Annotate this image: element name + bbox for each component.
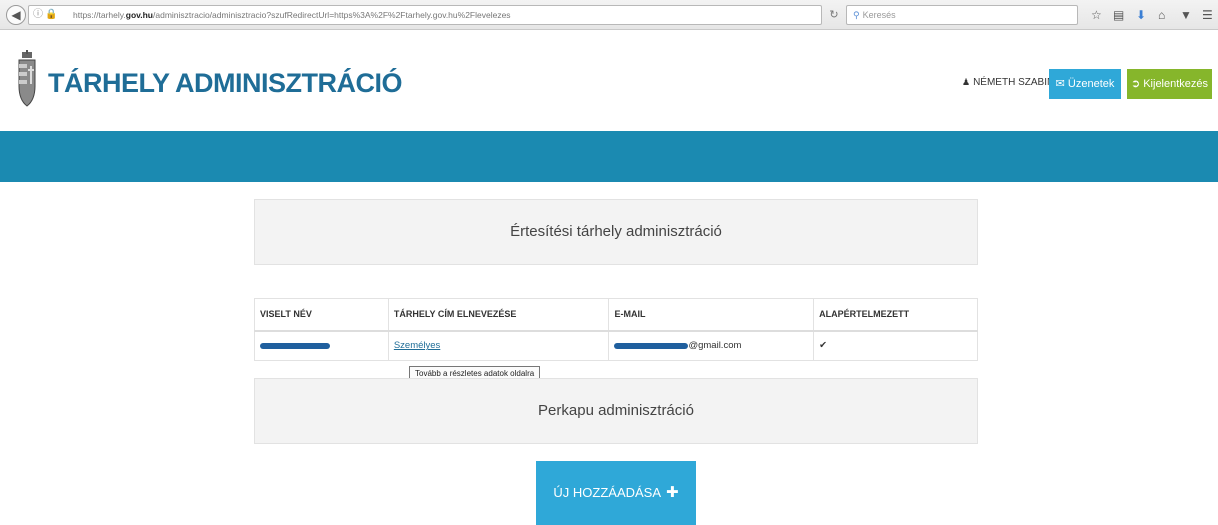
email-domain: @gmail.com bbox=[688, 340, 742, 352]
user-name: NÉMETH SZABINA bbox=[973, 77, 1061, 88]
browser-toolbar: ◀ ⓘ🔒 https://tarhely.gov.hu/adminisztrac… bbox=[0, 0, 1218, 30]
default-check-icon: ✔ bbox=[819, 340, 828, 352]
address-link[interactable]: Személyes bbox=[394, 340, 440, 351]
logout-button[interactable]: ➲ Kijelentkezés bbox=[1127, 69, 1212, 99]
redacted-name bbox=[260, 342, 330, 349]
messages-button[interactable]: ✉ Üzenetek bbox=[1049, 69, 1121, 99]
messages-button-label: Üzenetek bbox=[1067, 78, 1115, 90]
address-bar[interactable]: ⓘ🔒 https://tarhely.gov.hu/adminisztracio… bbox=[28, 5, 822, 25]
table-row: Személyes @gmail.com ✔ bbox=[254, 330, 978, 361]
reload-icon[interactable]: ↻ bbox=[826, 5, 842, 25]
table-header-row: VISELT NÉV TÁRHELY CÍM ELNEVEZÉSE E-MAIL… bbox=[254, 298, 978, 332]
logout-button-label: Kijelentkezés bbox=[1143, 78, 1209, 90]
download-icon[interactable]: ⬇ bbox=[1136, 7, 1146, 23]
page-title: TÁRHELY ADMINISZTRÁCIÓ bbox=[48, 68, 403, 98]
site-info-icons[interactable]: ⓘ🔒 bbox=[33, 6, 59, 24]
add-new-button-label: ÚJ HOZZÁADÁSA bbox=[553, 485, 662, 500]
hungarian-crest-logo bbox=[18, 50, 36, 107]
back-arrow-icon[interactable]: ◀ bbox=[6, 5, 26, 25]
url-path: /adminisztracio/adminisztracio?szufRedir… bbox=[153, 10, 511, 20]
column-header-name: VISELT NÉV bbox=[254, 298, 389, 332]
redacted-email bbox=[614, 342, 689, 349]
perkapu-panel: Perkapu adminisztráció bbox=[254, 378, 978, 444]
cell-name bbox=[254, 330, 389, 361]
add-new-button[interactable]: ÚJ HOZZÁADÁSA ✚ bbox=[536, 461, 696, 525]
notice-storage-panel: Értesítési tárhely adminisztráció bbox=[254, 199, 978, 265]
logout-icon: ➲ bbox=[1130, 78, 1141, 90]
cell-default: ✔ bbox=[813, 330, 978, 361]
browser-search-input[interactable]: ⚲ Keresés bbox=[846, 5, 1078, 25]
pocket-icon[interactable]: ▼ bbox=[1180, 7, 1192, 23]
lock-icon: 🔒 bbox=[45, 9, 60, 20]
column-header-email: E-MAIL bbox=[608, 298, 815, 332]
bookmark-star-icon[interactable]: ☆ bbox=[1091, 7, 1102, 23]
home-icon[interactable]: ⌂ bbox=[1158, 7, 1165, 23]
notice-panel-title: Értesítési tárhely adminisztráció bbox=[510, 223, 722, 240]
column-header-address: TÁRHELY CÍM ELNEVEZÉSE bbox=[387, 298, 610, 332]
perkapu-panel-title: Perkapu adminisztráció bbox=[538, 402, 694, 419]
search-icon: ⚲ bbox=[853, 10, 860, 20]
user-icon: ♟ bbox=[962, 77, 971, 87]
storage-table: VISELT NÉV TÁRHELY CÍM ELNEVEZÉSE E-MAIL… bbox=[254, 298, 978, 361]
search-placeholder: Keresés bbox=[862, 10, 896, 20]
menu-icon[interactable]: ☰ bbox=[1202, 7, 1213, 23]
user-menu[interactable]: ♟ NÉMETH SZABINA bbox=[962, 77, 1061, 88]
bookmarks-list-icon[interactable]: ▤ bbox=[1113, 7, 1124, 23]
url-prefix: https://tarhely. bbox=[73, 10, 126, 20]
column-header-default: ALAPÉRTELMEZETT bbox=[813, 298, 978, 332]
envelope-icon: ✉ bbox=[1055, 78, 1065, 90]
cell-email: @gmail.com bbox=[608, 330, 815, 361]
url-domain: gov.hu bbox=[125, 10, 153, 20]
plus-icon: ✚ bbox=[666, 484, 679, 501]
cell-address: Személyes bbox=[387, 330, 610, 361]
header-band bbox=[0, 131, 1218, 182]
